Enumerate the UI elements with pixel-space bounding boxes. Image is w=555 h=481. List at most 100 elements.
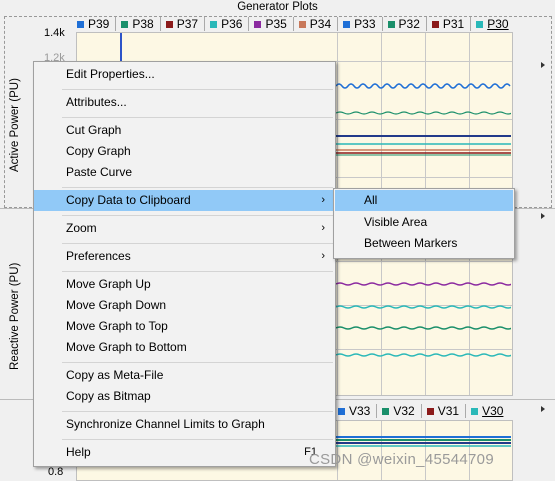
y-tick-label: 0.8 xyxy=(48,466,64,478)
legend-v31[interactable]: V31 xyxy=(422,404,467,418)
menu-item-label: Move Graph to Bottom xyxy=(66,340,187,354)
submenu-item-between-markers[interactable]: Between Markers xyxy=(335,233,513,254)
trace-q4 xyxy=(336,353,511,357)
legend-p34[interactable]: P34 xyxy=(294,17,339,31)
legend-swatch xyxy=(254,20,262,28)
legend-swatch xyxy=(471,407,479,415)
menu-item-preferences[interactable]: Preferences › xyxy=(34,246,335,267)
legend-swatch xyxy=(426,407,434,415)
legend-p38[interactable]: P38 xyxy=(116,17,161,31)
legend-swatch xyxy=(298,20,306,28)
panel-scroll-arrow[interactable] xyxy=(541,213,545,219)
legend-p33[interactable]: P33 xyxy=(338,17,383,31)
legend-label: P32 xyxy=(398,17,420,31)
legend-v30[interactable]: V30 xyxy=(466,404,509,418)
menu-item-label: Edit Properties... xyxy=(66,67,155,81)
panel-scroll-arrow[interactable] xyxy=(541,406,545,412)
menu-item-zoom[interactable]: Zoom › xyxy=(34,218,335,239)
trace-p33 xyxy=(336,83,511,89)
menu-item-label: Move Graph to Top xyxy=(66,319,168,333)
menu-item-label: Help xyxy=(66,445,91,459)
menu-separator xyxy=(62,439,333,440)
menu-item-label: Copy Graph xyxy=(66,144,131,158)
legend-p36[interactable]: P36 xyxy=(205,17,250,31)
legend-label: V32 xyxy=(393,404,415,418)
menu-separator xyxy=(62,271,333,272)
submenu-item-label: Between Markers xyxy=(364,236,458,250)
menu-item-label: Attributes... xyxy=(66,95,127,109)
menu-item-help[interactable]: Help F1 xyxy=(34,442,335,463)
menu-item-label: Cut Graph xyxy=(66,123,122,137)
legend-label: V33 xyxy=(349,404,371,418)
legend-label: P37 xyxy=(176,17,199,31)
menu-item-label: Synchronize Channel Limits to Graph xyxy=(66,417,265,431)
menu-item-copy-graph[interactable]: Copy Graph xyxy=(34,141,335,162)
legend-label: V30 xyxy=(482,404,504,418)
legend-swatch xyxy=(476,20,484,28)
menu-separator xyxy=(62,89,333,90)
legend-label: P38 xyxy=(132,17,154,31)
menu-item-label: Copy Data to Clipboard xyxy=(66,193,191,207)
legend-label: P35 xyxy=(265,17,287,31)
menu-separator xyxy=(62,362,333,363)
legend-v32[interactable]: V32 xyxy=(377,404,422,418)
menu-item-label: Preferences xyxy=(66,249,131,263)
legend-label: P33 xyxy=(354,17,376,31)
menu-item-move-graph-to-top[interactable]: Move Graph to Top xyxy=(34,316,335,337)
submenu-item-all[interactable]: All xyxy=(335,190,513,211)
menu-item-synchronize-channel-limits[interactable]: Synchronize Channel Limits to Graph xyxy=(34,414,335,435)
submenu-arrow-icon: › xyxy=(321,222,325,234)
menu-item-label: Zoom xyxy=(66,221,97,235)
trace-p32 xyxy=(336,111,511,115)
legend-swatch xyxy=(121,20,129,28)
panel-scroll-arrow[interactable] xyxy=(541,62,545,68)
menu-item-label: Move Graph Up xyxy=(66,277,151,291)
submenu-arrow-icon: › xyxy=(321,250,325,262)
menu-separator xyxy=(62,215,333,216)
menu-item-label: Copy as Meta-File xyxy=(66,368,164,382)
submenu-item-label: Visible Area xyxy=(364,215,428,229)
y-tick-label: 1.4k xyxy=(44,27,65,39)
legend-swatch xyxy=(382,407,390,415)
legend-v33[interactable]: V33 xyxy=(333,404,378,418)
legend-p35[interactable]: P35 xyxy=(249,17,294,31)
active-power-y-label: Active Power (PU) xyxy=(9,78,21,172)
legend-swatch xyxy=(338,407,345,415)
watermark: CSDN @weixin_45544709 xyxy=(309,451,494,468)
legend-swatch xyxy=(343,20,351,28)
menu-item-move-graph-down[interactable]: Move Graph Down xyxy=(34,295,335,316)
legend-p30[interactable]: P30 xyxy=(471,17,514,31)
menu-item-label: Paste Curve xyxy=(66,165,133,179)
menu-item-copy-as-bitmap[interactable]: Copy as Bitmap xyxy=(34,386,335,407)
menu-item-edit-properties[interactable]: Edit Properties... xyxy=(34,64,335,85)
menu-item-cut-graph[interactable]: Cut Graph xyxy=(34,120,335,141)
legend-p37[interactable]: P37 xyxy=(161,17,206,31)
trace-q3 xyxy=(336,326,511,330)
reactive-power-traces xyxy=(336,282,511,357)
menu-item-label: Move Graph Down xyxy=(66,298,167,312)
copy-data-submenu: All Visible Area Between Markers xyxy=(333,188,515,259)
trace-q2 xyxy=(336,305,511,309)
context-menu: Edit Properties... Attributes... Cut Gra… xyxy=(33,61,336,467)
menu-item-move-graph-up[interactable]: Move Graph Up xyxy=(34,274,335,295)
legend-p31[interactable]: P31 xyxy=(427,17,472,31)
legend-p39[interactable]: P39 xyxy=(72,17,117,31)
menu-item-paste-curve[interactable]: Paste Curve xyxy=(34,162,335,183)
menu-item-move-graph-to-bottom[interactable]: Move Graph to Bottom xyxy=(34,337,335,358)
reactive-power-y-label: Reactive Power (PU) xyxy=(9,262,21,370)
trace-q1 xyxy=(336,282,511,286)
legend-label: P34 xyxy=(309,17,332,31)
window-title: Generator Plots xyxy=(237,1,318,13)
menu-item-copy-as-meta-file[interactable]: Copy as Meta-File xyxy=(34,365,335,386)
menu-item-attributes[interactable]: Attributes... xyxy=(34,92,335,113)
legend-label: P31 xyxy=(442,17,465,31)
bottom-legend: V33 V32 V31 V30 xyxy=(333,404,509,418)
submenu-item-label: All xyxy=(364,193,378,207)
submenu-item-visible-area[interactable]: Visible Area xyxy=(335,212,513,233)
legend-swatch xyxy=(387,20,395,28)
legend-swatch xyxy=(165,20,173,28)
menu-separator xyxy=(62,243,333,244)
menu-item-copy-data-to-clipboard[interactable]: Copy Data to Clipboard › xyxy=(34,190,335,211)
legend-label: P36 xyxy=(221,17,243,31)
legend-p32[interactable]: P32 xyxy=(383,17,427,31)
